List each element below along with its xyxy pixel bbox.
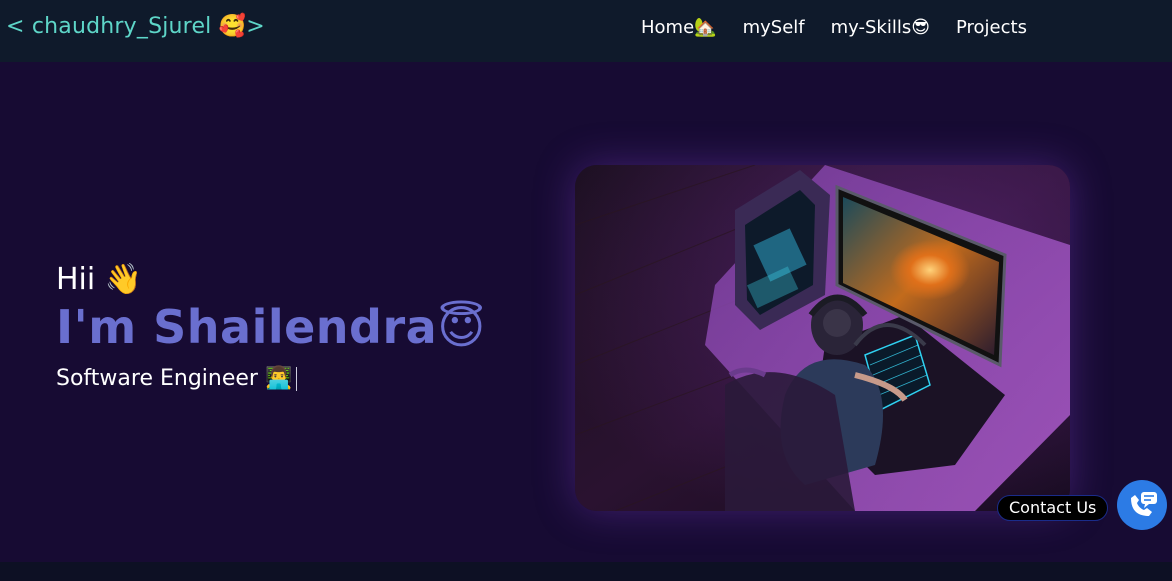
page-bottom-strip xyxy=(0,562,1172,581)
hero-role: Software Engineer 👨‍💻 xyxy=(56,366,298,391)
brand-logo[interactable]: < chaudhry_Sjurel 🥰> xyxy=(6,14,265,39)
phone-chat-icon xyxy=(1131,492,1157,516)
hero-role-text: Software Engineer 👨‍💻 xyxy=(56,366,293,391)
nav-link-projects[interactable]: Projects xyxy=(956,17,1027,38)
hero-name: I'm Shailendra😇 xyxy=(56,300,486,354)
nav-link-my-skills[interactable]: my-Skills😎 xyxy=(831,17,930,38)
nav-link-myself[interactable]: mySelf xyxy=(743,17,805,38)
hero-greeting: Hii 👋 xyxy=(56,262,143,297)
typing-cursor xyxy=(296,367,298,391)
navbar: < chaudhry_Sjurel 🥰> Home🏡 mySelf my-Ski… xyxy=(0,0,1172,62)
contact-us-label[interactable]: Contact Us xyxy=(997,495,1109,521)
nav-link-home[interactable]: Home🏡 xyxy=(641,17,717,38)
hero-gaming-setup-image xyxy=(575,165,1070,511)
nav-links: Home🏡 mySelf my-Skills😎 Projects xyxy=(641,17,1027,38)
contact-us-button[interactable] xyxy=(1117,480,1167,530)
